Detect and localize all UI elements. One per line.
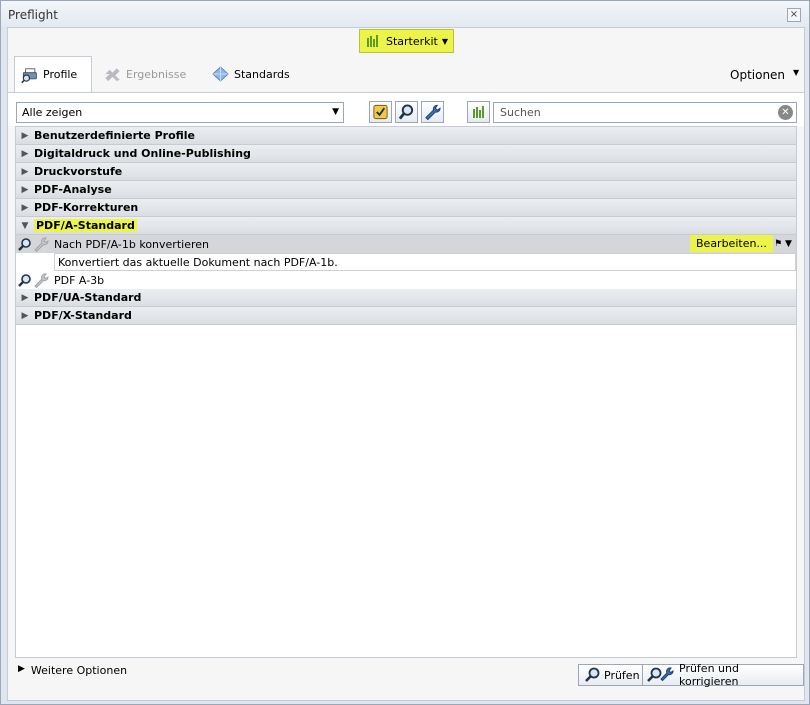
more-options-toggle[interactable]: ▶ Weitere Optionen (18, 664, 127, 677)
wrench-button[interactable] (421, 101, 444, 123)
tab-standards[interactable]: Standards (212, 56, 290, 92)
preflight-panel: Starterkit ▼ Profile Ergebnisse Standard… (7, 27, 805, 701)
edit-button[interactable]: Bearbeiten... (690, 235, 773, 252)
expand-triangle-icon[interactable]: ▶ (16, 203, 34, 213)
profile-row-selected[interactable]: Nach PDF/A-1b konvertieren Bearbeiten...… (16, 235, 796, 253)
footer: ▶ Weitere Optionen Prüfen Prüfen und kor… (8, 660, 804, 700)
category-row[interactable]: ▶ PDF/UA-Standard (16, 289, 796, 307)
category-label: Digitaldruck und Online-Publishing (34, 147, 251, 160)
category-row[interactable]: ▶ Benutzerdefinierte Profile (16, 127, 796, 145)
close-button[interactable]: × (787, 8, 801, 22)
diamond-icon (212, 66, 229, 83)
chevron-down-icon: ▼ (332, 107, 339, 117)
bars-icon (470, 104, 487, 121)
magnifier-wrench-icon (647, 667, 675, 684)
profile-label: PDF A-3b (54, 273, 105, 287)
profile-row[interactable]: PDF A-3b (16, 271, 796, 289)
tab-profile-label: Profile (43, 68, 78, 81)
category-row[interactable]: ▶ PDF/X-Standard (16, 307, 796, 325)
category-row[interactable]: ▶ PDF-Analyse (16, 181, 796, 199)
wand-check-icon (372, 104, 389, 121)
title-bar: Preflight × (1, 1, 809, 27)
search-profile-button[interactable] (395, 101, 418, 123)
profile-description: Konvertiert das aktuelle Dokument nach P… (54, 253, 796, 271)
category-label: Druckvorstufe (34, 165, 123, 178)
expand-triangle-icon: ▶ (18, 664, 25, 674)
category-row-expanded[interactable]: ▼ PDF/A-Standard (16, 217, 796, 235)
magnifier-icon (398, 104, 415, 121)
category-row[interactable]: ▶ Digitaldruck und Online-Publishing (16, 145, 796, 163)
category-label: Benutzerdefinierte Profile (34, 129, 196, 142)
magnifier-icon[interactable] (16, 236, 33, 253)
search-placeholder: Suchen (500, 106, 541, 119)
tab-bar: Profile Ergebnisse Standards (8, 56, 804, 92)
check-button[interactable]: Prüfen (578, 664, 645, 686)
expand-triangle-icon[interactable]: ▶ (16, 293, 34, 303)
magnifier-icon (583, 667, 600, 684)
collapse-triangle-icon[interactable]: ▼ (16, 221, 34, 231)
check-label: Prüfen (604, 668, 640, 682)
printer-magnifier-icon (21, 66, 38, 83)
wrench-icon[interactable] (33, 272, 50, 289)
optionen-menu[interactable]: Optionen ▼ (730, 68, 799, 82)
expand-triangle-icon[interactable]: ▶ (16, 311, 34, 321)
category-label: PDF/X-Standard (34, 309, 132, 322)
category-label: PDF/A-Standard (34, 219, 137, 232)
category-label: PDF-Analyse (34, 183, 112, 196)
flag-dropdown-icon[interactable]: ⚑ ▼ (772, 236, 794, 251)
starterkit-button[interactable]: Starterkit ▼ (359, 29, 454, 53)
chevron-down-icon: ▼ (441, 36, 449, 46)
magnifier-icon[interactable] (16, 272, 33, 289)
category-label: PDF/UA-Standard (34, 291, 142, 304)
starterkit-toggle-button[interactable] (467, 101, 490, 123)
profile-label: Nach PDF/A-1b konvertieren (54, 237, 209, 251)
wrench-icon (424, 104, 441, 121)
category-label: PDF-Korrekturen (34, 201, 139, 214)
tab-ergebnisse-label: Ergebnisse (126, 67, 187, 81)
window-title: Preflight (8, 8, 58, 22)
clear-search-icon[interactable]: ✕ (778, 105, 793, 120)
expand-triangle-icon[interactable]: ▶ (16, 185, 34, 195)
expand-triangle-icon[interactable]: ▶ (16, 131, 34, 141)
profile-list: ▶ Benutzerdefinierte Profile ▶ Digitaldr… (15, 126, 797, 658)
optionen-label: Optionen (730, 68, 786, 82)
tab-ergebnisse[interactable]: Ergebnisse (104, 56, 186, 92)
bars-icon (365, 33, 382, 50)
toolbar: Alle zeigen ▼ Suchen ✕ (8, 92, 804, 126)
check-and-fix-button[interactable]: Prüfen und korrigieren (642, 662, 804, 688)
chevron-down-icon: ▼ (793, 68, 800, 77)
expand-triangle-icon[interactable]: ▶ (16, 149, 34, 159)
filter-select-value: Alle zeigen (22, 106, 83, 119)
tab-standards-label: Standards (234, 67, 290, 81)
expand-triangle-icon[interactable]: ▶ (16, 167, 34, 177)
check-and-fix-label: Prüfen und korrigieren (679, 662, 739, 688)
search-input[interactable]: Suchen ✕ (493, 102, 797, 123)
tab-profile[interactable]: Profile (14, 56, 92, 92)
preflight-window: Preflight × Starterkit ▼ Profile Ergebni… (0, 0, 810, 705)
category-row[interactable]: ▶ Druckvorstufe (16, 163, 796, 181)
filter-select[interactable]: Alle zeigen ▼ (16, 102, 344, 123)
more-options-label: Weitere Optionen (30, 664, 128, 677)
wrench-icon[interactable] (33, 236, 50, 253)
fix-profile-button[interactable] (369, 101, 392, 123)
results-icon (104, 66, 121, 83)
category-row[interactable]: ▶ PDF-Korrekturen (16, 199, 796, 217)
starterkit-label: Starterkit (385, 34, 438, 48)
